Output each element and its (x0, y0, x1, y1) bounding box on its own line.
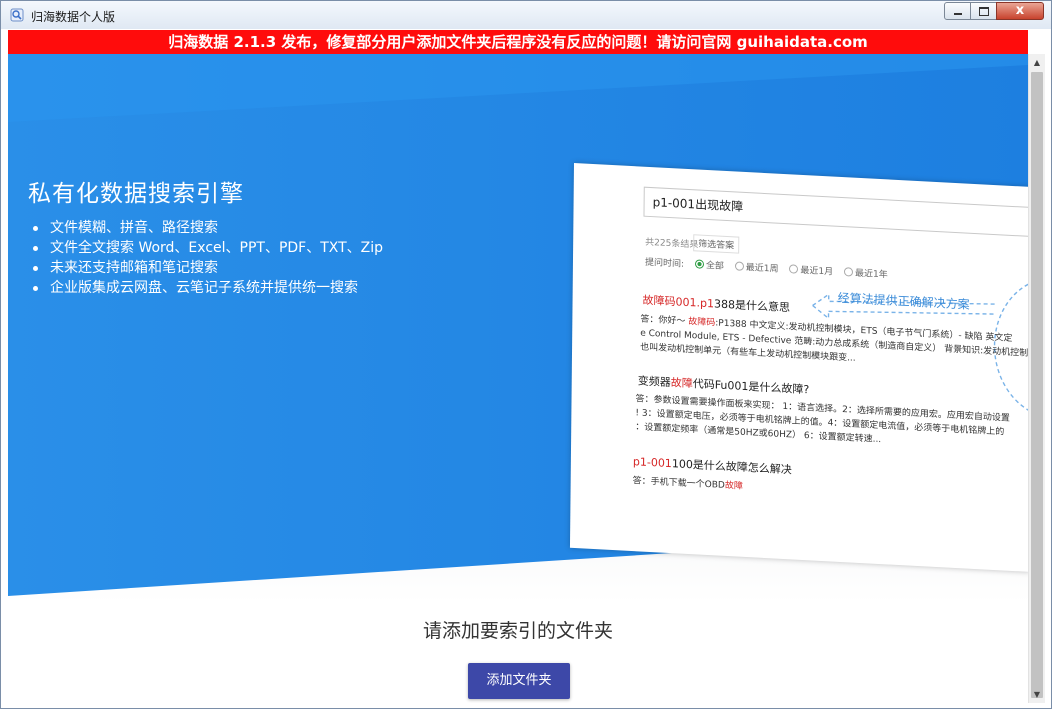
preview-question: p1-001100是什么故障怎么解决 (632, 455, 792, 477)
app-logo-icon (10, 8, 24, 22)
scroll-down-icon[interactable]: ▼ (1029, 686, 1045, 703)
feature-list: 文件模糊、拼音、路径搜索 文件全文搜索 Word、Excel、PPT、PDF、T… (30, 218, 383, 298)
radio-icon (734, 261, 744, 271)
preview-time-option: 最近1年 (854, 268, 888, 281)
title-bar[interactable]: 归海数据个人版 x (1, 1, 1051, 29)
close-button[interactable]: x (996, 2, 1044, 20)
feature-item: 未来还支持邮箱和笔记搜索 (30, 258, 383, 278)
vertical-scrollbar[interactable]: ▲ ▼ (1028, 54, 1045, 703)
preview-time-option: 最近1周 (745, 263, 779, 275)
preview-question: 故障码001.p1388是什么意思 (642, 293, 791, 315)
radio-icon (789, 264, 799, 274)
preview-answer: 答：手机下载一个OBD故障 (632, 476, 743, 492)
minimize-button[interactable] (944, 2, 971, 20)
client-area: 归海数据 2.1.3 发布，修复部分用户添加文件夹后程序没有反应的问题！请访问官… (8, 30, 1045, 703)
hero-section: 归海数据 2.1.3 发布，修复部分用户添加文件夹后程序没有反应的问题！请访问官… (8, 30, 1028, 603)
add-folder-prompt: 请添加要索引的文件夹 (422, 620, 613, 642)
preview-result-count: 共225条结果 (645, 237, 699, 251)
preview-time-option: 最近1月 (800, 265, 834, 278)
feature-item: 文件全文搜索 Word、Excel、PPT、PDF、TXT、Zip (30, 238, 383, 258)
window-title: 归海数据个人版 (31, 10, 116, 24)
preview-answer: 答：参数设置需要操作面板来实现： 1：语言选择。2：选择所需要的应用宏。应用宏自… (635, 394, 1010, 446)
scrollbar-thumb[interactable] (1031, 72, 1043, 698)
preview-time-option: 全部 (705, 260, 724, 272)
radio-icon (694, 259, 704, 269)
maximize-button[interactable] (970, 2, 997, 20)
announcement-banner[interactable]: 归海数据 2.1.3 发布，修复部分用户添加文件夹后程序没有反应的问题！请访问官… (8, 30, 1028, 54)
hero-title: 私有化数据搜索引擎 (28, 181, 244, 207)
feature-item: 企业版集成云网盘、云笔记子系统并提供统一搜索 (30, 278, 383, 298)
scroll-up-icon[interactable]: ▲ (1029, 54, 1045, 71)
preview-filter-label: 筛选答案 (693, 234, 740, 254)
app-window: 归海数据个人版 x 归海数据 2.1.3 发布，修复部分用户添加文件夹后程序没有… (0, 0, 1052, 709)
radio-icon (843, 267, 854, 277)
preview-time-label: 提问时间: (644, 257, 685, 270)
search-preview-card: p1-001出现故障 共225条结果 筛选答案 提问时间: 全部 最近1周 最近… (569, 163, 1028, 572)
preview-search-box: p1-001出现故障 (643, 186, 1028, 239)
preview-time-filter: 提问时间: 全部 最近1周 最近1月 最近1年 (645, 255, 888, 281)
add-folder-button[interactable]: 添加文件夹 (468, 663, 570, 699)
feature-item: 文件模糊、拼音、路径搜索 (30, 218, 383, 238)
close-icon: x (1015, 3, 1025, 18)
